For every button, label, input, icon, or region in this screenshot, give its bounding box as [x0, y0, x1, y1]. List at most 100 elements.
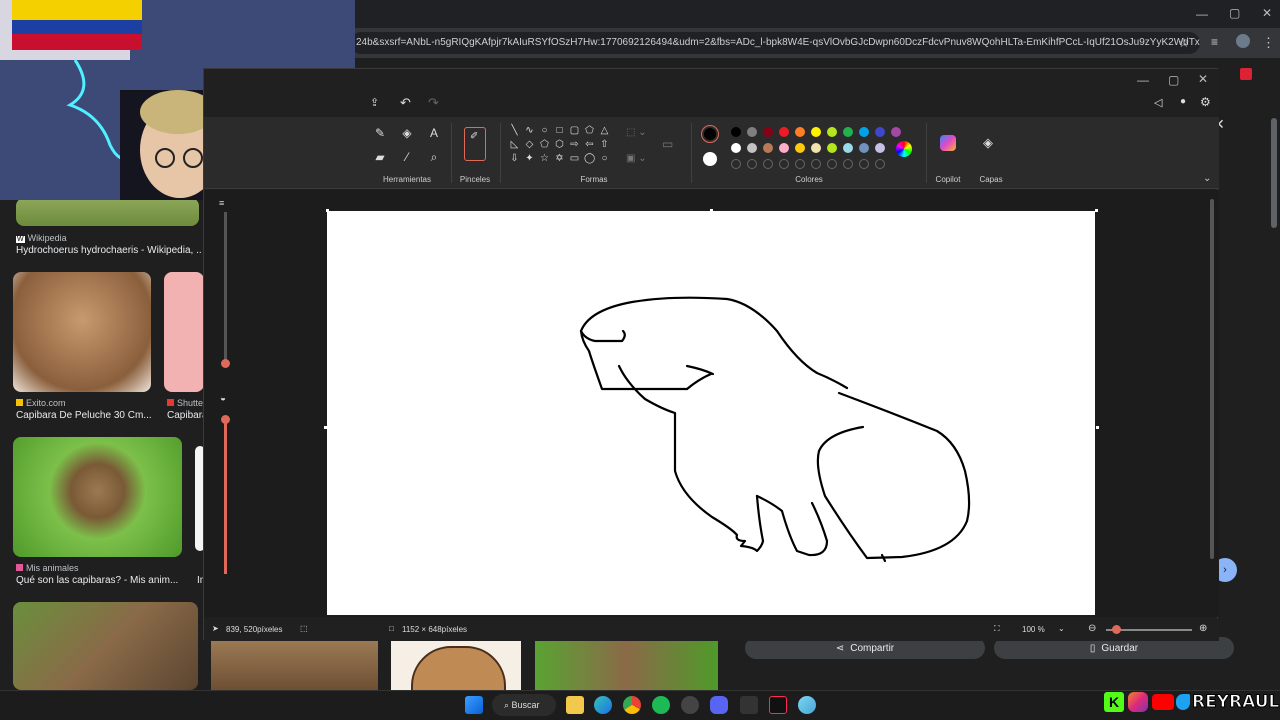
result-image-1[interactable]: [16, 198, 199, 226]
file-explorer-icon[interactable]: [566, 696, 584, 714]
layers-icon[interactable]: ◈: [983, 135, 993, 151]
color-swatch[interactable]: [747, 127, 757, 137]
outline-icon[interactable]: ⬚ ⌄: [626, 127, 647, 138]
result-image-8[interactable]: [391, 640, 521, 690]
color-swatch[interactable]: [875, 127, 885, 137]
diamond-shape-icon[interactable]: ◇: [524, 139, 535, 150]
color-swatch[interactable]: [859, 143, 869, 153]
result-title-4[interactable]: Qué son las capibaras? - Mis anim...: [16, 575, 186, 586]
custom-color-slot[interactable]: [827, 159, 837, 169]
color-swatch[interactable]: [763, 143, 773, 153]
result-title-2[interactable]: Capibara De Peluche 30 Cm...: [16, 410, 156, 421]
extensions-icon[interactable]: ≡: [1211, 35, 1218, 49]
color-swatch[interactable]: [795, 127, 805, 137]
color-swatch[interactable]: [859, 127, 869, 137]
result-image-3[interactable]: [164, 272, 204, 392]
obs-icon[interactable]: [681, 696, 699, 714]
terminal-icon[interactable]: [740, 696, 758, 714]
result-image-7[interactable]: [211, 640, 378, 690]
right-triangle-shape-icon[interactable]: ◺: [509, 139, 520, 150]
color-swatch[interactable]: [779, 143, 789, 153]
bookmark-star-icon[interactable]: ☆: [1178, 35, 1190, 51]
account-icon[interactable]: ●: [1180, 96, 1186, 107]
share-icon[interactable]: ⇪: [370, 96, 379, 109]
page-scrollbar[interactable]: [1271, 118, 1277, 228]
custom-color-slot[interactable]: [763, 159, 773, 169]
result-image-2[interactable]: [13, 272, 151, 392]
color-swatch[interactable]: [763, 127, 773, 137]
color-swatch[interactable]: [843, 127, 853, 137]
star5-shape-icon[interactable]: ☆: [539, 153, 550, 164]
arrow-right-shape-icon[interactable]: ⇨: [569, 139, 580, 150]
color-swatch[interactable]: [875, 143, 885, 153]
close-icon[interactable]: ✕: [1262, 6, 1272, 20]
primary-color[interactable]: [701, 125, 719, 143]
canvas-scrollbar[interactable]: [1210, 199, 1214, 559]
edit-colors-icon[interactable]: [896, 141, 912, 157]
copilot-icon[interactable]: [940, 135, 956, 151]
custom-color-slot[interactable]: [811, 159, 821, 169]
paint-minimize-icon[interactable]: —: [1137, 73, 1149, 87]
minimize-icon[interactable]: —: [1196, 7, 1208, 21]
taskbar-search[interactable]: ⌕ Buscar: [492, 694, 556, 716]
color-picker-icon[interactable]: ⁄: [399, 149, 415, 165]
oval-shape-icon[interactable]: ○: [539, 125, 550, 136]
color-swatch[interactable]: [811, 143, 821, 153]
arrow-up-shape-icon[interactable]: ⇧: [599, 139, 610, 150]
polygon-shape-icon[interactable]: ⬠: [584, 125, 595, 136]
opacity-slider-thumb[interactable]: [221, 415, 230, 424]
star4-shape-icon[interactable]: ✦: [524, 153, 535, 164]
color-swatch[interactable]: [747, 143, 757, 153]
arrow-left-shape-icon[interactable]: ⇦: [584, 139, 595, 150]
profile-avatar[interactable]: [1236, 34, 1250, 48]
size-slider[interactable]: [224, 212, 227, 364]
magnifier-icon[interactable]: ⌕: [426, 149, 442, 165]
resize-handle-tr[interactable]: [1095, 209, 1098, 212]
custom-color-slot[interactable]: [843, 159, 853, 169]
pencil-icon[interactable]: ✎: [372, 125, 388, 141]
result-image-4[interactable]: [13, 437, 182, 557]
curve-shape-icon[interactable]: ∿: [524, 125, 535, 136]
custom-color-slot[interactable]: [875, 159, 885, 169]
color-swatch[interactable]: [891, 127, 901, 137]
arrow-down-shape-icon[interactable]: ⇩: [509, 153, 520, 164]
result-image-9[interactable]: [535, 640, 718, 690]
size-slider-thumb[interactable]: [221, 359, 230, 368]
shape-more-icon[interactable]: ▭: [662, 137, 673, 151]
custom-color-slot[interactable]: [859, 159, 869, 169]
zoom-dropdown-icon[interactable]: ⌄: [1058, 624, 1065, 633]
result-title-3[interactable]: Capibara: [167, 410, 203, 421]
custom-color-slot[interactable]: [779, 159, 789, 169]
zoom-out-icon[interactable]: ⊖: [1088, 623, 1096, 634]
zoom-slider-thumb[interactable]: [1112, 625, 1121, 634]
paint-maximize-icon[interactable]: ▢: [1168, 73, 1179, 87]
triangle-shape-icon[interactable]: △: [599, 125, 610, 136]
drawing-canvas[interactable]: [327, 211, 1095, 615]
discord-icon[interactable]: [710, 696, 728, 714]
custom-color-slot[interactable]: [747, 159, 757, 169]
opacity-slider[interactable]: [224, 416, 227, 574]
spotify-icon[interactable]: [652, 696, 670, 714]
callout-rect-shape-icon[interactable]: ▭: [569, 153, 580, 164]
resize-handle-tl[interactable]: [326, 209, 329, 212]
resize-handle-r[interactable]: [1096, 426, 1099, 429]
more-menu-icon[interactable]: ⋮: [1262, 35, 1275, 51]
edge-icon[interactable]: [594, 696, 612, 714]
zoom-in-icon[interactable]: ⊕: [1199, 623, 1207, 634]
custom-color-slot[interactable]: [795, 159, 805, 169]
rounded-rect-shape-icon[interactable]: ▢: [569, 125, 580, 136]
fill-icon[interactable]: ◈: [399, 125, 415, 141]
color-swatch[interactable]: [731, 127, 741, 137]
resize-handle-t[interactable]: [710, 209, 713, 212]
settings-icon[interactable]: ⚙: [1200, 95, 1211, 109]
callout-cloud-shape-icon[interactable]: ○: [599, 153, 610, 164]
address-bar[interactable]: 24b&sxsrf=ANbL-n5gRIQgKAfpjr7kAIuRSYfOSz…: [350, 32, 1200, 54]
color-swatch[interactable]: [731, 143, 741, 153]
color-swatch[interactable]: [811, 127, 821, 137]
collapse-ribbon-icon[interactable]: ⌄: [1203, 173, 1211, 184]
color-swatch[interactable]: [843, 143, 853, 153]
color-swatch[interactable]: [779, 127, 789, 137]
star6-shape-icon[interactable]: ✡: [554, 153, 565, 164]
shape-fill-icon[interactable]: ▣ ⌄: [626, 153, 647, 164]
fit-window-icon[interactable]: ⛶: [994, 624, 1000, 634]
